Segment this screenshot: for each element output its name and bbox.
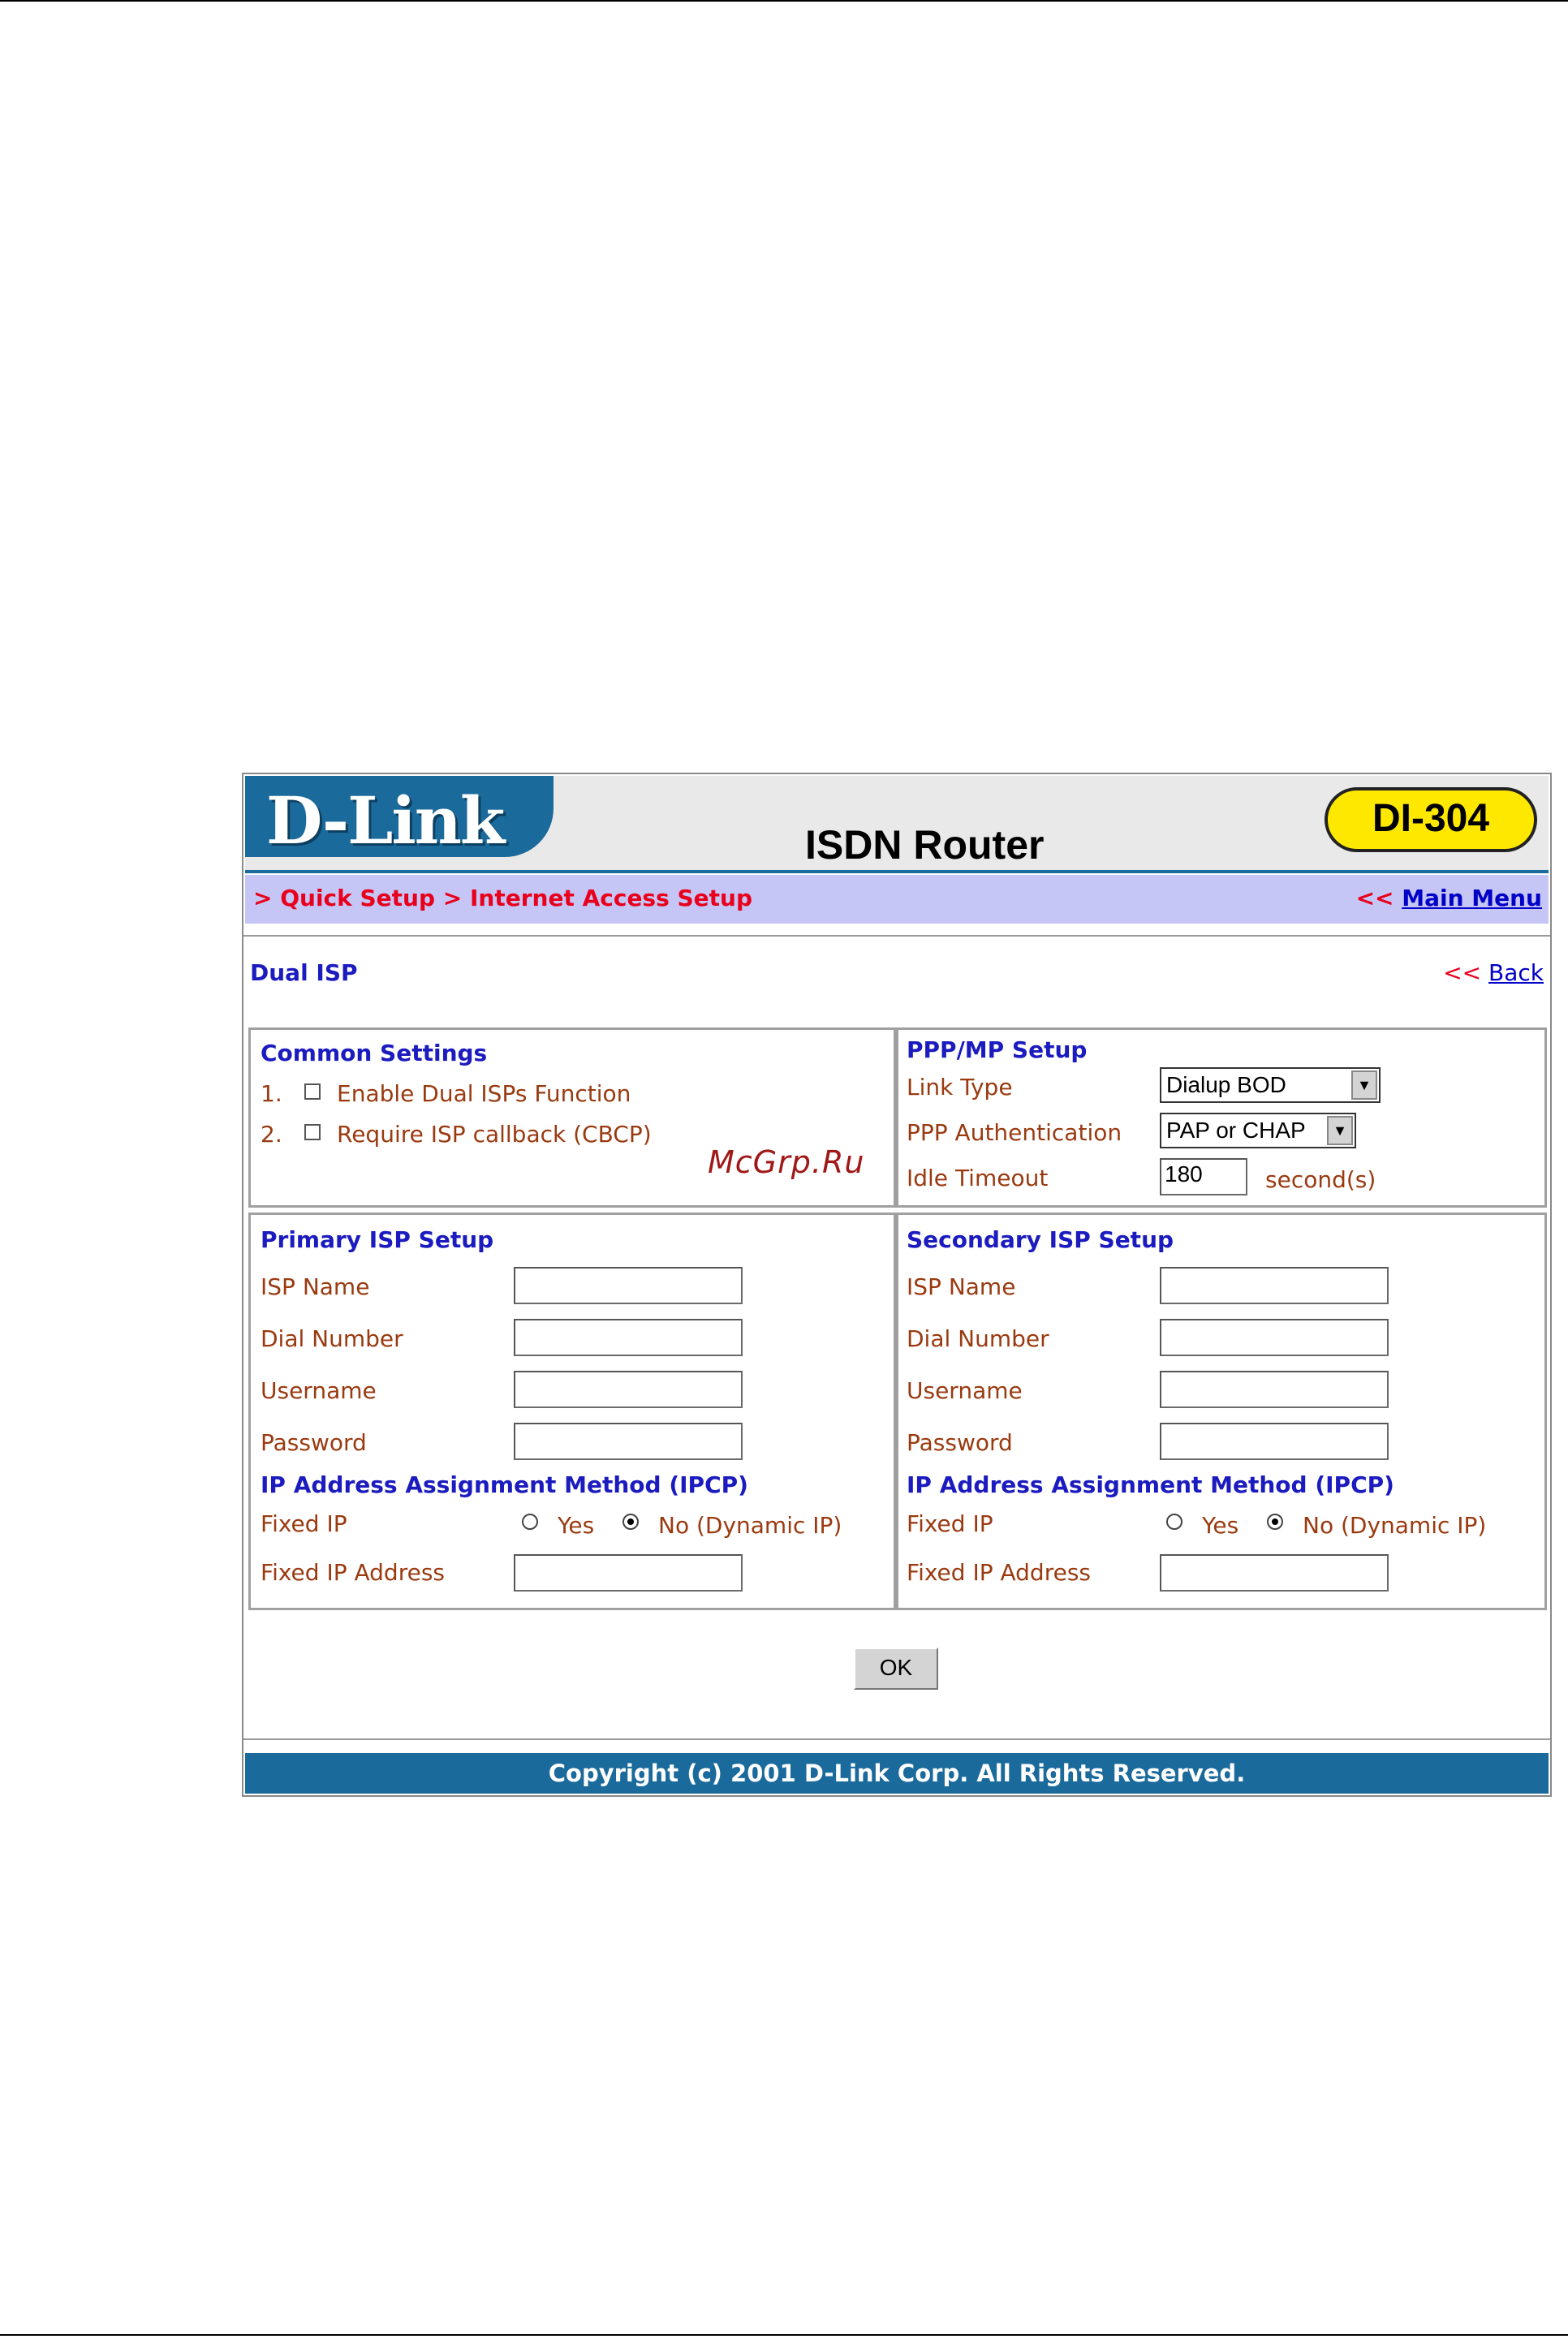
password-label: Password <box>261 1429 367 1456</box>
enable-dual-isp-checkbox[interactable] <box>304 1083 321 1100</box>
primary-isp-heading: Primary ISP Setup <box>261 1226 494 1253</box>
router-web-ui: D-Link ISDN Router DI-304 > Quick Setup … <box>242 773 1552 1797</box>
ppp-setup-panel: PPP/MP Setup Link Type Dialup BOD ▼ PPP … <box>896 1027 1547 1208</box>
common-settings-panel: Common Settings 1. Enable Dual ISPs Func… <box>248 1027 896 1208</box>
header-banner: D-Link ISDN Router DI-304 <box>245 776 1549 873</box>
option-number: 2. <box>261 1121 282 1148</box>
link-type-select[interactable]: Dialup BOD ▼ <box>1160 1067 1381 1103</box>
main-menu-prefix: << <box>1355 885 1394 911</box>
main-menu-link[interactable]: Main Menu <box>1402 885 1542 911</box>
ppp-auth-select[interactable]: PAP or CHAP ▼ <box>1160 1113 1356 1148</box>
primary-isp-name-input[interactable] <box>514 1267 743 1304</box>
secondary-fixed-ip-no-radio[interactable] <box>1267 1514 1283 1530</box>
option-number: 1. <box>261 1080 282 1107</box>
ppp-auth-label: PPP Authentication <box>907 1119 1122 1146</box>
dlink-logo: D-Link <box>266 782 505 859</box>
primary-fixed-ip-no-radio[interactable] <box>622 1514 639 1530</box>
secondary-dial-number-input[interactable] <box>1160 1319 1389 1356</box>
ppp-auth-value: PAP or CHAP <box>1166 1118 1306 1143</box>
common-settings-heading: Common Settings <box>261 1040 488 1066</box>
chevron-down-icon[interactable]: ▼ <box>1327 1116 1353 1145</box>
dial-number-label: Dial Number <box>907 1325 1049 1352</box>
watermark: McGrp.Ru <box>708 1144 865 1180</box>
fixed-ip-label: Fixed IP <box>261 1510 347 1537</box>
secondary-fixed-ip-address-input[interactable] <box>1160 1554 1389 1592</box>
secondary-isp-name-input[interactable] <box>1160 1267 1389 1304</box>
primary-dial-number-input[interactable] <box>514 1319 743 1356</box>
require-callback-label: Require ISP callback (CBCP) <box>337 1121 652 1148</box>
divider <box>243 935 1550 937</box>
back-link[interactable]: Back <box>1488 959 1544 986</box>
link-type-label: Link Type <box>907 1074 1013 1101</box>
chevron-down-icon[interactable]: ▼ <box>1351 1070 1377 1100</box>
back-nav: << Back <box>1443 959 1544 986</box>
main-menu-nav: << Main Menu <box>1356 885 1542 911</box>
ipcp-heading: IP Address Assignment Method (IPCP) <box>907 1471 1394 1498</box>
product-title: ISDN Router <box>805 822 1045 868</box>
ppp-setup-heading: PPP/MP Setup <box>907 1036 1088 1063</box>
ipcp-heading: IP Address Assignment Method (IPCP) <box>261 1471 748 1498</box>
secondary-username-input[interactable] <box>1160 1371 1389 1408</box>
password-label: Password <box>907 1429 1013 1456</box>
fixed-ip-label: Fixed IP <box>907 1510 993 1537</box>
secondary-fixed-ip-yes-radio[interactable] <box>1166 1514 1182 1530</box>
primary-username-input[interactable] <box>514 1371 743 1408</box>
require-callback-checkbox[interactable] <box>304 1124 321 1140</box>
secondary-isp-panel: Secondary ISP Setup ISP Name Dial Number… <box>896 1213 1547 1610</box>
model-badge: DI-304 <box>1325 787 1537 852</box>
username-label: Username <box>907 1377 1023 1404</box>
back-prefix: << <box>1443 959 1482 986</box>
secondary-isp-heading: Secondary ISP Setup <box>907 1226 1174 1253</box>
ok-button[interactable]: OK <box>854 1648 938 1690</box>
primary-password-input[interactable] <box>514 1423 743 1460</box>
username-label: Username <box>261 1377 377 1404</box>
primary-fixed-ip-yes-radio[interactable] <box>522 1514 538 1530</box>
secondary-password-input[interactable] <box>1160 1423 1389 1460</box>
idle-timeout-label: Idle Timeout <box>907 1165 1049 1191</box>
primary-fixed-ip-address-input[interactable] <box>514 1554 743 1592</box>
breadcrumb: > Quick Setup > Internet Access Setup <box>253 885 753 911</box>
fixed-ip-address-label: Fixed IP Address <box>261 1559 446 1586</box>
link-type-value: Dialup BOD <box>1166 1072 1286 1097</box>
breadcrumb-bar: > Quick Setup > Internet Access Setup <<… <box>245 875 1549 924</box>
fixed-ip-address-label: Fixed IP Address <box>907 1559 1092 1586</box>
isp-name-label: ISP Name <box>261 1273 370 1300</box>
page-top-rule <box>0 0 1568 2</box>
isp-name-label: ISP Name <box>907 1273 1016 1300</box>
no-dynamic-ip-label: No (Dynamic IP) <box>658 1512 842 1539</box>
primary-isp-panel: Primary ISP Setup ISP Name Dial Number U… <box>248 1213 896 1610</box>
copyright-footer: Copyright (c) 2001 D-Link Corp. All Righ… <box>245 1753 1549 1794</box>
idle-timeout-unit: second(s) <box>1265 1166 1376 1193</box>
page-title: Dual ISP <box>250 959 358 986</box>
yes-label: Yes <box>558 1512 595 1539</box>
enable-dual-isp-label: Enable Dual ISPs Function <box>337 1080 631 1107</box>
dial-number-label: Dial Number <box>261 1325 403 1352</box>
idle-timeout-input[interactable]: 180 <box>1160 1158 1247 1195</box>
divider <box>243 1738 1550 1740</box>
page-bottom-rule <box>0 2334 1568 2336</box>
no-dynamic-ip-label: No (Dynamic IP) <box>1303 1512 1487 1539</box>
yes-label: Yes <box>1202 1512 1239 1539</box>
